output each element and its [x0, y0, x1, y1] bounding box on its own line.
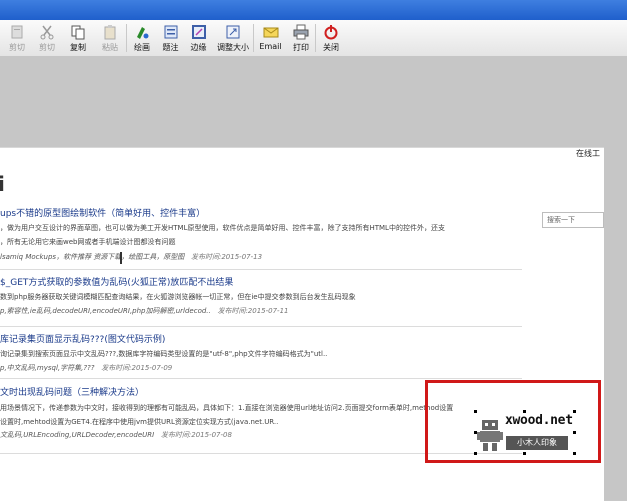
article-meta: p,索容性,ie乱码,decodeURI,encodeURI,php加码解密,u… [0, 306, 525, 316]
email-icon [262, 23, 280, 41]
resize-handle[interactable] [573, 452, 576, 455]
article-tags[interactable]: 资源下载，绘图工具，原型图 [93, 253, 184, 261]
article-summary: ，做为用户交互设计的界面草图，也可以做为美工开发HTML原型使用，软件优点是简单… [0, 224, 445, 232]
resize-handle[interactable] [573, 410, 576, 413]
article-date: 发布时间:2015-07-11 [217, 307, 289, 315]
paste-icon [101, 23, 119, 41]
article-title[interactable]: ups不错的原型图绘制软件（简单好用、控件丰富） [0, 206, 525, 219]
article-summary: 数到php服务器获取关键词模糊匹配查询结果，在火狐游浏览器帐一切正常，但在ie中… [0, 293, 356, 301]
paste-button[interactable]: 粘贴 [94, 20, 126, 54]
print-icon [292, 23, 310, 41]
divider [0, 326, 522, 327]
power-icon [322, 23, 340, 41]
article-title[interactable]: $_GET方式获取的参数值为乱码(火狐正常)放匹配不出结果 [0, 275, 525, 288]
paint-icon [133, 23, 151, 41]
article-tags[interactable]: lsamiq Mockups，软件推荐 [0, 253, 91, 261]
robot-icon [477, 420, 503, 451]
article-date: 发布时间:2015-07-13 [191, 253, 263, 261]
article-tags[interactable]: p,索容性,ie乱码,decodeURI,encodeURI,php加码解密,u… [0, 307, 211, 315]
close-button[interactable]: 关闭 [316, 20, 346, 54]
border-icon [190, 23, 208, 41]
scissors-icon [38, 23, 56, 41]
caption-button[interactable]: 题注 [157, 20, 184, 54]
resize-button[interactable]: 调整大小 [213, 20, 253, 54]
resize-icon [224, 23, 242, 41]
divider [0, 269, 522, 270]
list-item: ups不错的原型图绘制软件（简单好用、控件丰富） ，做为用户交互设计的界面草图，… [0, 206, 525, 262]
resize-handle[interactable] [523, 410, 526, 413]
article-meta: lsamiq Mockups，软件推荐 资源下载，绘图工具，原型图 发布时间:2… [0, 252, 525, 262]
resize-handle[interactable] [474, 410, 477, 413]
watermark-subtitle: 小木人印象 [506, 436, 568, 450]
text-cursor [120, 252, 122, 264]
copy-button[interactable]: 复制 [62, 20, 94, 54]
article-summary: 询记录集到搜索页面显示中文乱码???,数据库字符编码类型设置的是"utf-8",… [0, 350, 328, 358]
divider [0, 378, 522, 379]
top-nav-link[interactable]: 在线工 [576, 148, 600, 159]
list-item: 库记录集页面显示乱码???(图文代码示例) 询记录集到搜索页面显示中文乱码???… [0, 332, 525, 373]
article-title[interactable]: 库记录集页面显示乱码???(图文代码示例) [0, 332, 525, 345]
resize-handle[interactable] [573, 431, 576, 434]
border-button[interactable]: 边缘 [184, 20, 213, 54]
list-item: $_GET方式获取的参数值为乱码(火狐正常)放匹配不出结果 数到php服务器获取… [0, 275, 525, 316]
article-meta: p,中文乱码,mysql,字符集,??? 发布时间:2015-07-09 [0, 363, 525, 373]
cut-button-1[interactable]: 剪切 [2, 20, 32, 54]
caption-icon [162, 23, 180, 41]
cut-button[interactable]: 剪切 [32, 20, 62, 54]
cut-icon [8, 23, 26, 41]
print-button[interactable]: 打印 [287, 20, 315, 54]
watermark-logo[interactable]: xwood.net 小木人印象 [474, 410, 577, 455]
search-input[interactable]: 搜索一下 [542, 212, 604, 228]
watermark-site: xwood.net [505, 413, 573, 428]
email-button[interactable]: Email [254, 20, 287, 54]
resize-handle[interactable] [474, 452, 477, 455]
page-heading-fragment: i [0, 172, 5, 196]
copy-icon [69, 23, 87, 41]
resize-handle[interactable] [523, 452, 526, 455]
article-tags[interactable]: p,中文乱码,mysql,字符集,??? [0, 364, 95, 372]
resize-handle[interactable] [474, 431, 477, 434]
article-tags[interactable]: 文乱码,URLEncoding,URLDecoder,encodeURI [0, 431, 154, 439]
title-bar [0, 0, 627, 21]
toolbar: 剪切 剪切 复制 粘贴 绘画 题注 边缘 调整大小 Email 打印 关闭 [0, 20, 627, 57]
article-summary: ，所有无论用它来画web网或者手机端设计图都没有问题 [0, 238, 176, 246]
article-date: 发布时间:2015-07-08 [160, 431, 232, 439]
article-date: 发布时间:2015-07-09 [101, 364, 173, 372]
paint-button[interactable]: 绘画 [127, 20, 157, 54]
